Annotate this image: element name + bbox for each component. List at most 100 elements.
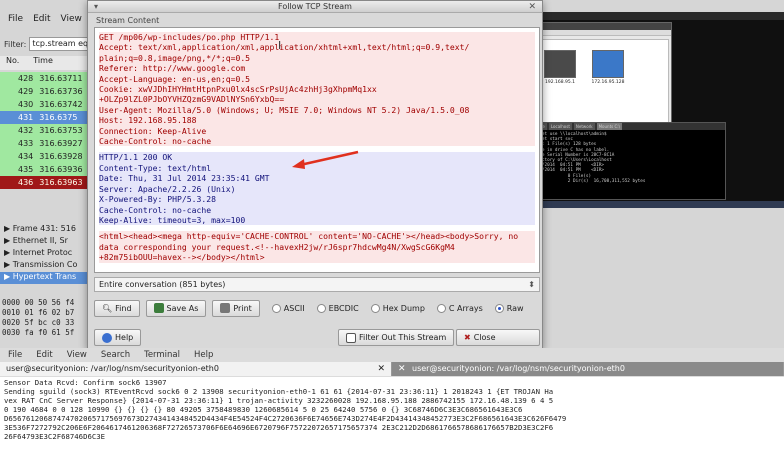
hex-row: 0030 fa f0 61 5f — [2, 328, 75, 337]
packet-time: 316.63963 — [39, 178, 83, 187]
menu-file[interactable]: File — [8, 14, 23, 30]
detail-frame[interactable]: ▶ Frame 431: 516 — [0, 224, 92, 236]
response-body-line: data corresponding your request.<!--have… — [99, 241, 535, 253]
checkbox-icon — [346, 332, 356, 343]
close-icon[interactable]: ✕ — [528, 1, 536, 13]
find-label: Find — [115, 303, 132, 313]
thumb-main: 192.168.95.1 172.16.95.128 — [527, 39, 669, 131]
filter-out-label: Filter Out This Stream — [359, 333, 447, 342]
response-body-line: +82m75ibOUU=havex--></body></html> — [99, 252, 535, 263]
conversation-select-value: Entire conversation (851 bytes) — [99, 280, 226, 289]
format-label: EBCDIC — [328, 303, 359, 313]
tile-label: 192.168.95.1 — [544, 80, 576, 85]
close-x-icon: ✖ — [464, 333, 471, 342]
find-button[interactable]: 🔍︎ Find — [94, 299, 140, 317]
terminal-menu-edit[interactable]: Edit — [36, 350, 52, 360]
updown-arrow-icon: ⬍ — [528, 280, 535, 289]
packet-time: 316.6375 — [39, 113, 78, 122]
packet-row-selected[interactable]: 431 316.6375 — [0, 111, 92, 124]
printer-icon — [220, 303, 231, 313]
thumb-terminal-tabs: Console Localhost Network Mounts C:\ — [527, 123, 725, 130]
packet-row[interactable]: 435 316.63936 — [0, 163, 92, 176]
hex-row: 0000 00 50 56 f4 — [2, 298, 75, 307]
packet-row[interactable]: 434 316.63928 — [0, 150, 92, 163]
terminal-line: Sensor Data Rcvd: Confirm sock6 13907 — [4, 378, 167, 387]
close-button[interactable]: ✖ Close — [456, 329, 540, 346]
print-button[interactable]: Print — [212, 299, 260, 317]
packet-row-alert[interactable]: 436 316.63963 — [0, 176, 92, 189]
detail-ethernet[interactable]: ▶ Ethernet II, Sr — [0, 236, 92, 248]
packet-no: 431 — [18, 113, 34, 122]
request-line: Accept: text/xml,application/xml,applica… — [99, 42, 535, 53]
menu-view[interactable]: View — [61, 14, 82, 30]
terminal-tab-label: user@securityonion: /var/log/nsm/securit… — [6, 364, 219, 373]
wireshark-menubar: File Edit View — [0, 14, 90, 30]
terminal-menu-search[interactable]: Search — [101, 350, 130, 360]
detail-http[interactable]: ▶ Hypertext Trans — [0, 272, 92, 284]
close-label: Close — [473, 333, 496, 342]
format-ascii-radio[interactable]: ASCII — [271, 303, 305, 313]
packet-bytes: 0000 00 50 56 f4 0010 01 f6 02 b7 0020 5… — [0, 298, 92, 338]
format-label: Raw — [506, 303, 524, 313]
packet-time: 316.63928 — [39, 152, 83, 161]
close-tab-icon[interactable]: ✕ — [377, 362, 385, 376]
packet-row[interactable]: 429 316.63736 — [0, 85, 92, 98]
column-no[interactable]: No. — [6, 56, 19, 70]
close-tab-icon[interactable]: ✕ — [398, 362, 406, 376]
terminal-line: vex RAT CnC Server Response} {2014-07-31… — [4, 396, 554, 405]
format-carrays-radio[interactable]: C Arrays — [436, 303, 483, 313]
format-label: C Arrays — [448, 303, 483, 313]
computer-icon — [544, 50, 576, 78]
terminal-tab-2[interactable]: ✕ user@securityonion: /var/log/nsm/secur… — [392, 362, 784, 376]
request-line: Referer: http://www.google.com — [99, 63, 535, 74]
terminal-menu-help[interactable]: Help — [194, 350, 213, 360]
terminal-menu-file[interactable]: File — [8, 350, 22, 360]
detail-tcp[interactable]: ▶ Transmission Co — [0, 260, 92, 272]
detail-ip[interactable]: ▶ Internet Protoc — [0, 248, 92, 260]
hex-row: 0010 01 f6 02 b7 — [2, 308, 75, 317]
packet-row[interactable]: 433 316.63927 — [0, 137, 92, 150]
annotation-arrow-icon — [292, 150, 359, 169]
packet-no: 429 — [18, 87, 34, 96]
packet-row[interactable]: 430 316.63742 — [0, 98, 92, 111]
format-ebcdic-radio[interactable]: EBCDIC — [316, 303, 359, 313]
terminal-line: 3E536F7272792C206E6F2064617461206368F727… — [4, 423, 554, 432]
packet-time: 316.63742 — [39, 100, 83, 109]
magnifier-icon: 🔍︎ — [102, 303, 113, 313]
packet-row[interactable]: 428 316.63711 — [0, 72, 92, 85]
format-raw-radio[interactable]: Raw — [494, 303, 524, 313]
thumb-tab: Network — [573, 123, 595, 130]
column-time[interactable]: Time — [33, 56, 53, 70]
packet-row[interactable]: 432 316.63753 — [0, 124, 92, 137]
response-line: Keep-Alive: timeout=3, max=100 — [99, 214, 535, 226]
filter-out-button[interactable]: Filter Out This Stream — [338, 329, 455, 346]
packet-no: 433 — [18, 139, 34, 148]
terminal-menu-view[interactable]: View — [67, 350, 87, 360]
packet-no: 432 — [18, 126, 34, 135]
thumb-tab: Mounts C:\ — [596, 123, 622, 130]
packet-time: 316.63936 — [39, 165, 83, 174]
format-label: ASCII — [283, 303, 305, 313]
conversation-select[interactable]: Entire conversation (851 bytes) ⬍ — [94, 277, 540, 292]
follow-tcp-stream-dialog: ▾ Follow TCP Stream ✕ Stream Content GET… — [87, 0, 543, 350]
request-line: Cache-Control: no-cache — [99, 136, 535, 147]
filter-label: Filter: — [4, 39, 27, 49]
menu-edit[interactable]: Edit — [33, 14, 50, 30]
terminal-line: Sending sguild (sock3) RTEventRcvd sock6… — [4, 387, 554, 396]
save-as-button[interactable]: Save As — [145, 299, 207, 317]
terminal-line: 0 190 4684 0 0 128 10990 {} {} {} {} 80 … — [4, 405, 523, 414]
request-line: GET /mp06/wp-includes/po.php HTTP/1.1 — [99, 32, 535, 43]
help-button[interactable]: Help — [94, 329, 142, 346]
response-body-line: <html><head><mega http-equiv='CACHE-CONT… — [99, 231, 535, 242]
request-line: plain;q=0.8,image/png,*/*;q=0.5 — [99, 52, 535, 64]
save-as-label: Save As — [166, 303, 199, 313]
terminal-output[interactable]: Sensor Data Rcvd: Confirm sock6 13907 Sen… — [0, 377, 784, 450]
terminal-tab-1[interactable]: user@securityonion: /var/log/nsm/securit… — [0, 362, 392, 376]
format-hexdump-radio[interactable]: Hex Dump — [370, 303, 425, 313]
window-menu-icon[interactable]: ▾ — [94, 1, 98, 13]
packet-no: 435 — [18, 165, 34, 174]
terminal-line: 26F64793E3C2F68746D6C3E — [4, 432, 106, 441]
terminal-menu-terminal[interactable]: Terminal — [144, 350, 180, 360]
display-filter-bar: Filter: tcp.stream eq — [4, 36, 100, 52]
packet-no: 428 — [18, 74, 34, 83]
